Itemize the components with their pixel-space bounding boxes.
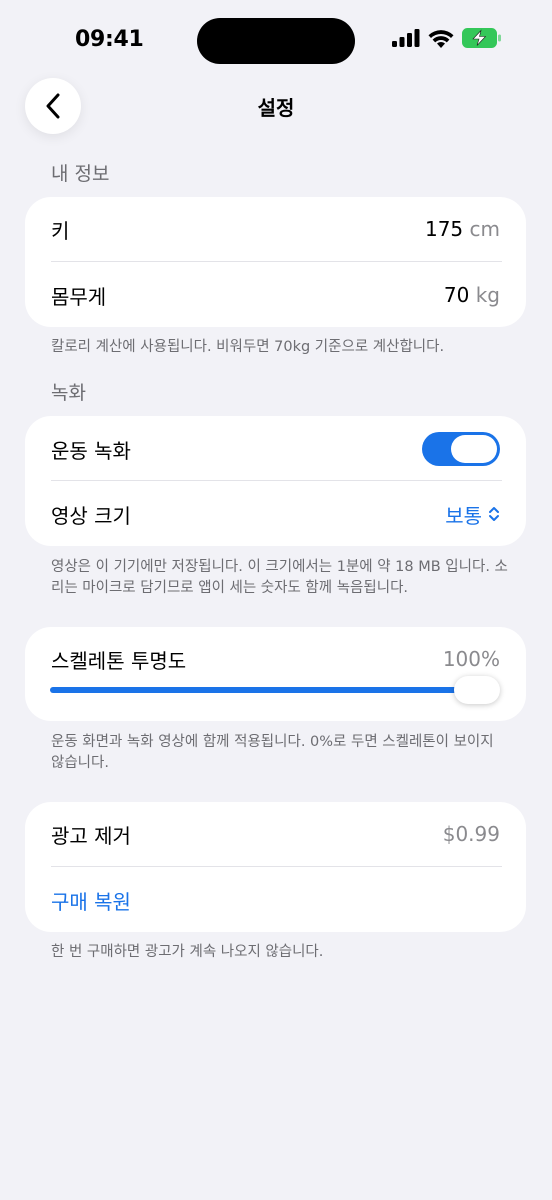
status-icons <box>392 28 502 48</box>
skeleton-opacity-row: 스켈레톤 투명도 100% <box>51 643 500 675</box>
height-label: 키 <box>51 218 70 243</box>
weight-label: 몸무게 <box>51 284 107 309</box>
dynamic-island <box>197 18 355 64</box>
weight-unit: kg <box>475 283 500 307</box>
remove-ads-row[interactable]: 광고 제거 $0.99 <box>51 818 500 850</box>
skeleton-opacity-value: 100% <box>442 647 500 671</box>
skeleton-opacity-label: 스켈레톤 투명도 <box>51 648 187 673</box>
height-row[interactable]: 키 175 cm <box>51 213 500 245</box>
wifi-icon <box>428 29 454 48</box>
remove-ads-label: 광고 제거 <box>51 823 131 848</box>
recording-toggle-row: 운동 녹화 <box>51 432 500 466</box>
slider-thumb[interactable] <box>454 676 500 704</box>
page-title: 설정 <box>257 96 295 120</box>
recording-card: 운동 녹화 영상 크기 보통 <box>25 416 526 546</box>
recording-toggle[interactable] <box>422 432 500 466</box>
recording-footer: 영상은 이 기기에만 저장됩니다. 이 크기에서는 1분에 약 18 MB 입니… <box>51 559 508 596</box>
video-size-row[interactable]: 영상 크기 보통 <box>51 498 500 530</box>
divider <box>51 480 502 481</box>
status-time: 09:41 <box>75 27 144 52</box>
section-header-profile: 내 정보 <box>51 163 110 185</box>
toggle-knob <box>451 435 497 463</box>
video-size-label: 영상 크기 <box>51 503 131 528</box>
purchase-footer: 한 번 구매하면 광고가 계속 나오지 않습니다. <box>51 944 324 960</box>
recording-toggle-label: 운동 녹화 <box>51 438 131 463</box>
height-field[interactable]: 175 cm <box>425 217 500 241</box>
weight-value: 70 <box>443 283 470 307</box>
skeleton-card: 스켈레톤 투명도 100% <box>25 627 526 721</box>
skeleton-footer: 운동 화면과 녹화 영상에 함께 적용됩니다. 0%로 두면 스켈레톤이 보이지… <box>51 734 494 771</box>
skeleton-opacity-slider[interactable] <box>50 676 500 704</box>
section-header-recording: 녹화 <box>51 382 86 404</box>
profile-footer: 칼로리 계산에 사용됩니다. 비워두면 70kg 기준으로 계산합니다. <box>51 339 445 355</box>
profile-card: 키 175 cm 몸무게 70 kg <box>25 197 526 327</box>
slider-fill <box>50 687 477 693</box>
remove-ads-price: $0.99 <box>442 822 500 846</box>
divider <box>51 261 502 262</box>
restore-purchase-button[interactable]: 구매 복원 <box>51 886 131 915</box>
weight-row[interactable]: 몸무게 70 kg <box>51 279 500 311</box>
divider <box>51 866 502 867</box>
purchase-card: 광고 제거 $0.99 구매 복원 <box>25 802 526 932</box>
height-unit: cm <box>469 217 500 241</box>
cellular-signal-icon <box>392 29 420 47</box>
weight-field[interactable]: 70 kg <box>444 283 500 307</box>
restore-purchase-row: 구매 복원 <box>51 884 500 916</box>
video-size-select[interactable]: 보통 <box>445 500 500 529</box>
height-value: 175 <box>424 217 464 241</box>
settings-screen: 09:41 설정 내 정보 키 175 cm 몸무게 70 kg 칼로리 계산에… <box>0 0 552 1200</box>
video-size-value: 보통 <box>445 503 482 528</box>
battery-charging-icon <box>462 28 501 48</box>
chevron-up-down-icon <box>489 507 499 521</box>
